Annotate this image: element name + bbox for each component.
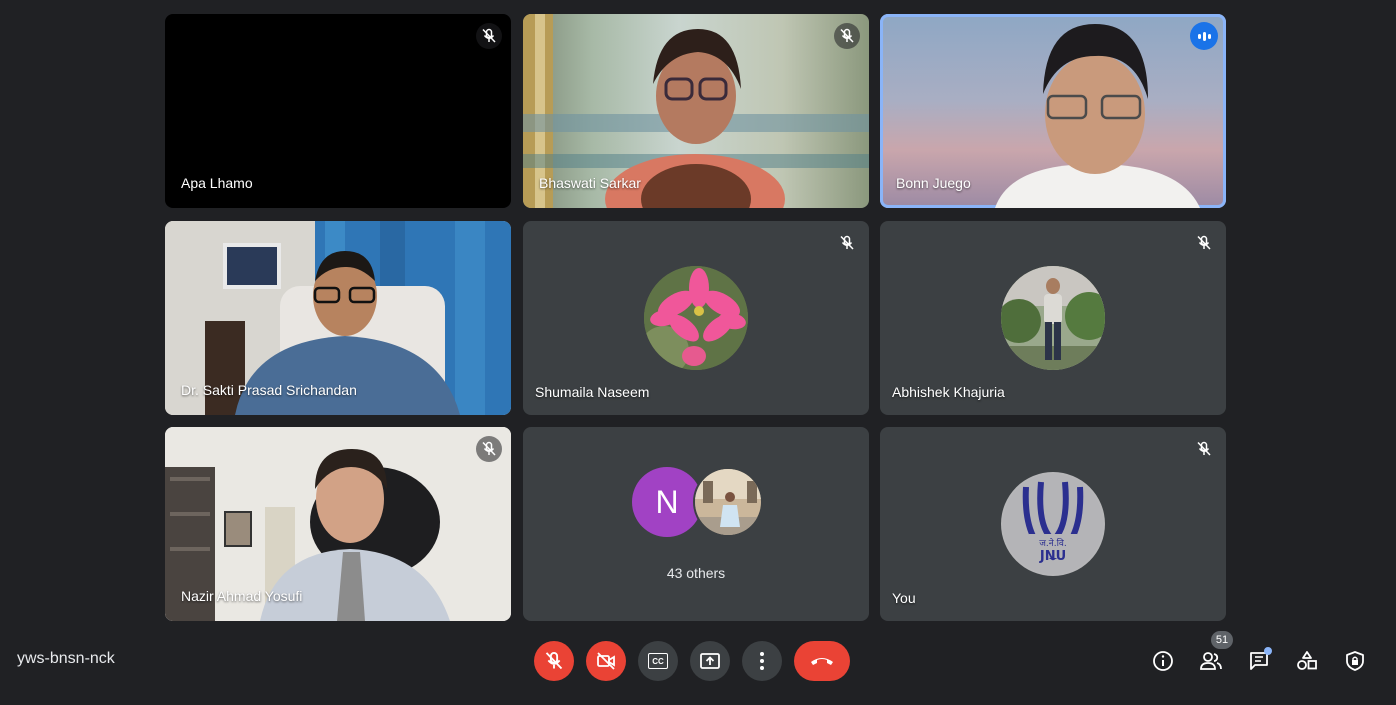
participant-name: Dr. Sakti Prasad Srichandan <box>181 382 357 398</box>
mic-off-icon <box>834 23 860 49</box>
logo-text-top: ज.ने.वि. <box>1039 537 1067 549</box>
people-count-badge: 51 <box>1211 631 1233 649</box>
camera-off-icon <box>597 652 615 670</box>
people-button[interactable] <box>1196 646 1226 676</box>
avatar: ज.ने.वि. JNU <box>1001 472 1105 576</box>
mic-off-icon <box>1191 230 1217 256</box>
host-controls-button[interactable] <box>1340 646 1370 676</box>
participant-tile[interactable]: Dr. Sakti Prasad Srichandan <box>165 221 511 415</box>
control-bar: yws-bnsn-nck CC 51 <box>0 630 1396 705</box>
end-call-icon <box>811 658 833 665</box>
mic-toggle-button[interactable] <box>534 641 574 681</box>
people-icon <box>1200 652 1222 670</box>
shield-lock-icon <box>1346 651 1364 671</box>
others-count: 43 others <box>666 565 726 581</box>
chat-notification-dot <box>1264 647 1272 655</box>
mic-off-icon <box>1191 436 1217 462</box>
meeting-details-button[interactable] <box>1148 646 1178 676</box>
end-call-button[interactable] <box>794 641 850 681</box>
captions-button[interactable]: CC <box>638 641 678 681</box>
activities-button[interactable] <box>1292 646 1322 676</box>
mic-off-icon <box>476 23 502 49</box>
jnu-logo: ज.ने.वि. JNU <box>1003 474 1103 574</box>
speaking-indicator-icon <box>1190 22 1218 50</box>
participant-name: Bonn Juego <box>896 175 971 191</box>
more-vert-icon <box>760 652 764 670</box>
others-tile[interactable]: N 43 others <box>523 427 869 621</box>
participant-tile[interactable]: Shumaila Naseem <box>523 221 869 415</box>
avatar <box>693 467 763 537</box>
info-icon <box>1153 651 1173 671</box>
participant-name: Shumaila Naseem <box>535 384 650 400</box>
participant-tile[interactable]: Apa Lhamo <box>165 14 511 208</box>
participant-tile[interactable]: Nazir Ahmad Yosufi <box>165 427 511 621</box>
avatar: N <box>632 467 702 537</box>
meeting-code: yws-bnsn-nck <box>17 650 115 667</box>
camera-toggle-button[interactable] <box>586 641 626 681</box>
avatar <box>1001 266 1105 370</box>
participant-name: Apa Lhamo <box>181 175 253 191</box>
participant-tile-active[interactable]: Bonn Juego <box>880 14 1226 208</box>
avatar-letter: N <box>655 483 679 520</box>
participant-name: Nazir Ahmad Yosufi <box>181 588 303 604</box>
mic-off-icon <box>476 436 502 462</box>
participant-grid: Apa Lhamo Bhaswati Sarkar Bonn Juego Dr.… <box>0 0 1396 630</box>
logo-text-bottom: JNU <box>1039 549 1066 564</box>
participant-name: Bhaswati Sarkar <box>539 175 641 191</box>
participant-name: You <box>892 590 916 606</box>
mic-off-icon <box>834 230 860 256</box>
avatar <box>644 266 748 370</box>
captions-icon: CC <box>648 653 668 669</box>
participant-tile[interactable]: Abhishek Khajuria <box>880 221 1226 415</box>
self-tile[interactable]: ज.ने.वि. JNU You <box>880 427 1226 621</box>
present-button[interactable] <box>690 641 730 681</box>
more-options-button[interactable] <box>742 641 782 681</box>
participant-tile[interactable]: Bhaswati Sarkar <box>523 14 869 208</box>
activities-icon <box>1297 651 1317 670</box>
present-icon <box>700 653 720 669</box>
participant-name: Abhishek Khajuria <box>892 384 1005 400</box>
mic-off-icon <box>545 651 563 670</box>
